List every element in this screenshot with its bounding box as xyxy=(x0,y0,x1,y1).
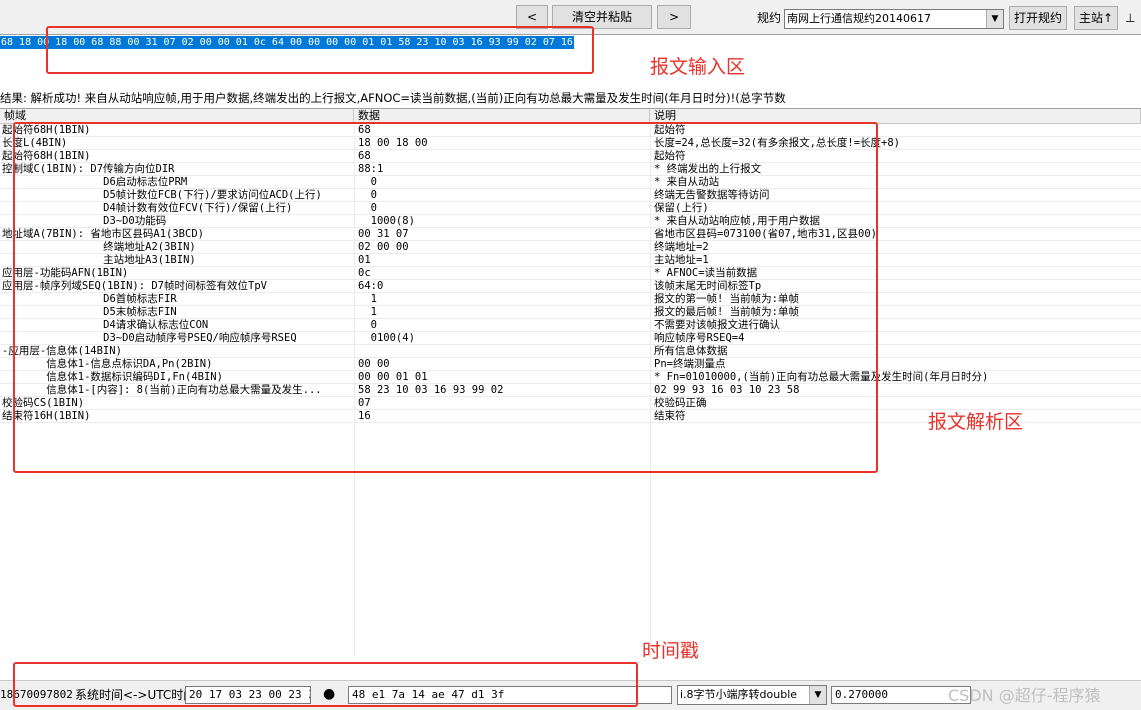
extra-button[interactable]: ⊥ xyxy=(1125,6,1135,30)
parse-area-annotation: 报文解析区 xyxy=(928,411,1024,433)
protocol-label: 规约 xyxy=(757,11,782,25)
open-protocol-button[interactable]: 打开规约 xyxy=(1009,6,1067,30)
timestamp-annotation: 时间戳 xyxy=(642,640,700,662)
parse-result-text: 结果: 解析成功! 来自从动站响应帧,用于用户数据,终端发出的上行报文,AFNO… xyxy=(0,89,1141,107)
conversion-value: i.8字节小端序转double xyxy=(680,688,798,701)
parse-area-highlight xyxy=(13,122,878,473)
watermark: CSDN @超仔-程序猿 xyxy=(948,686,1101,705)
column-header-description[interactable]: 说明 xyxy=(650,109,1141,123)
column-header-data[interactable]: 数据 xyxy=(354,109,650,123)
protocol-value: 南网上行通信规约20140617 xyxy=(787,12,931,25)
next-button[interactable]: > xyxy=(657,5,691,29)
chevron-down-icon: ▼ xyxy=(809,686,826,704)
master-button[interactable]: 主站↑ xyxy=(1074,6,1118,30)
input-area-annotation: 报文输入区 xyxy=(650,56,746,78)
conversion-select[interactable]: i.8字节小端序转double ▼ xyxy=(677,685,827,705)
timestamp-highlight xyxy=(13,662,638,707)
protocol-select[interactable]: 南网上行通信规约20140617 ▼ xyxy=(784,9,1004,29)
chevron-down-icon: ▼ xyxy=(986,10,1003,28)
column-header-field[interactable]: 帧域 xyxy=(0,109,354,123)
input-area-highlight xyxy=(46,26,594,74)
